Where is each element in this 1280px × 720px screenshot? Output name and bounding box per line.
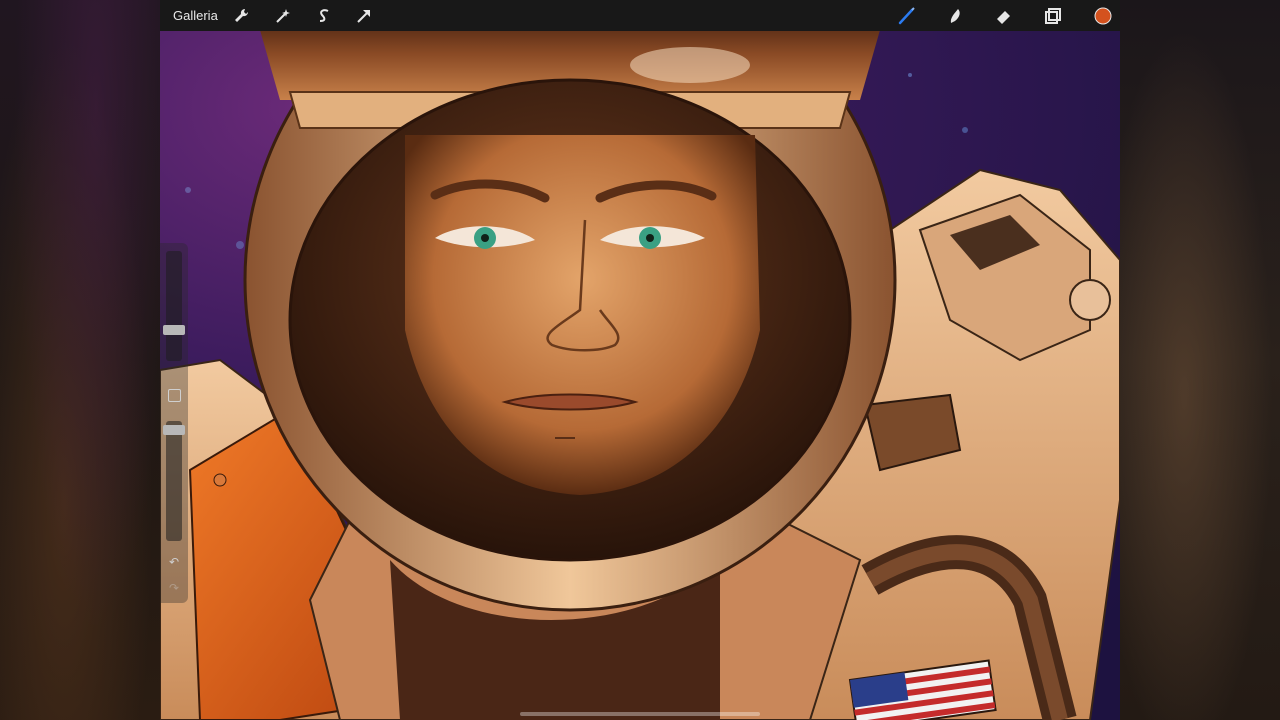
transform-arrow-icon[interactable]	[353, 5, 375, 27]
opacity-slider[interactable]	[166, 421, 182, 541]
redo-button[interactable]: ↷	[167, 581, 181, 595]
brush-size-thumb[interactable]	[163, 325, 185, 335]
smudge-icon[interactable]	[944, 5, 966, 27]
modify-button[interactable]	[168, 389, 181, 402]
blurred-background-left	[0, 0, 160, 720]
magic-wand-icon[interactable]	[272, 5, 294, 27]
undo-button[interactable]: ↶	[167, 555, 181, 569]
top-toolbar: Galleria	[160, 0, 1120, 31]
color-swatch-icon[interactable]	[1092, 5, 1114, 27]
selection-s-icon[interactable]	[313, 5, 335, 27]
left-sidebar: ↶ ↷	[160, 243, 188, 603]
opacity-thumb[interactable]	[163, 425, 185, 435]
brush-icon[interactable]	[896, 5, 918, 27]
eraser-icon[interactable]	[993, 5, 1015, 27]
brush-size-slider[interactable]	[166, 251, 182, 361]
gallery-button[interactable]: Galleria	[173, 8, 218, 23]
layers-icon[interactable]	[1042, 5, 1064, 27]
wrench-icon[interactable]	[231, 5, 253, 27]
drawing-canvas[interactable]	[160, 0, 1120, 720]
blurred-background-right	[1120, 0, 1280, 720]
procreate-screen: Galleria ↶ ↷	[160, 0, 1120, 720]
home-indicator	[520, 712, 760, 716]
